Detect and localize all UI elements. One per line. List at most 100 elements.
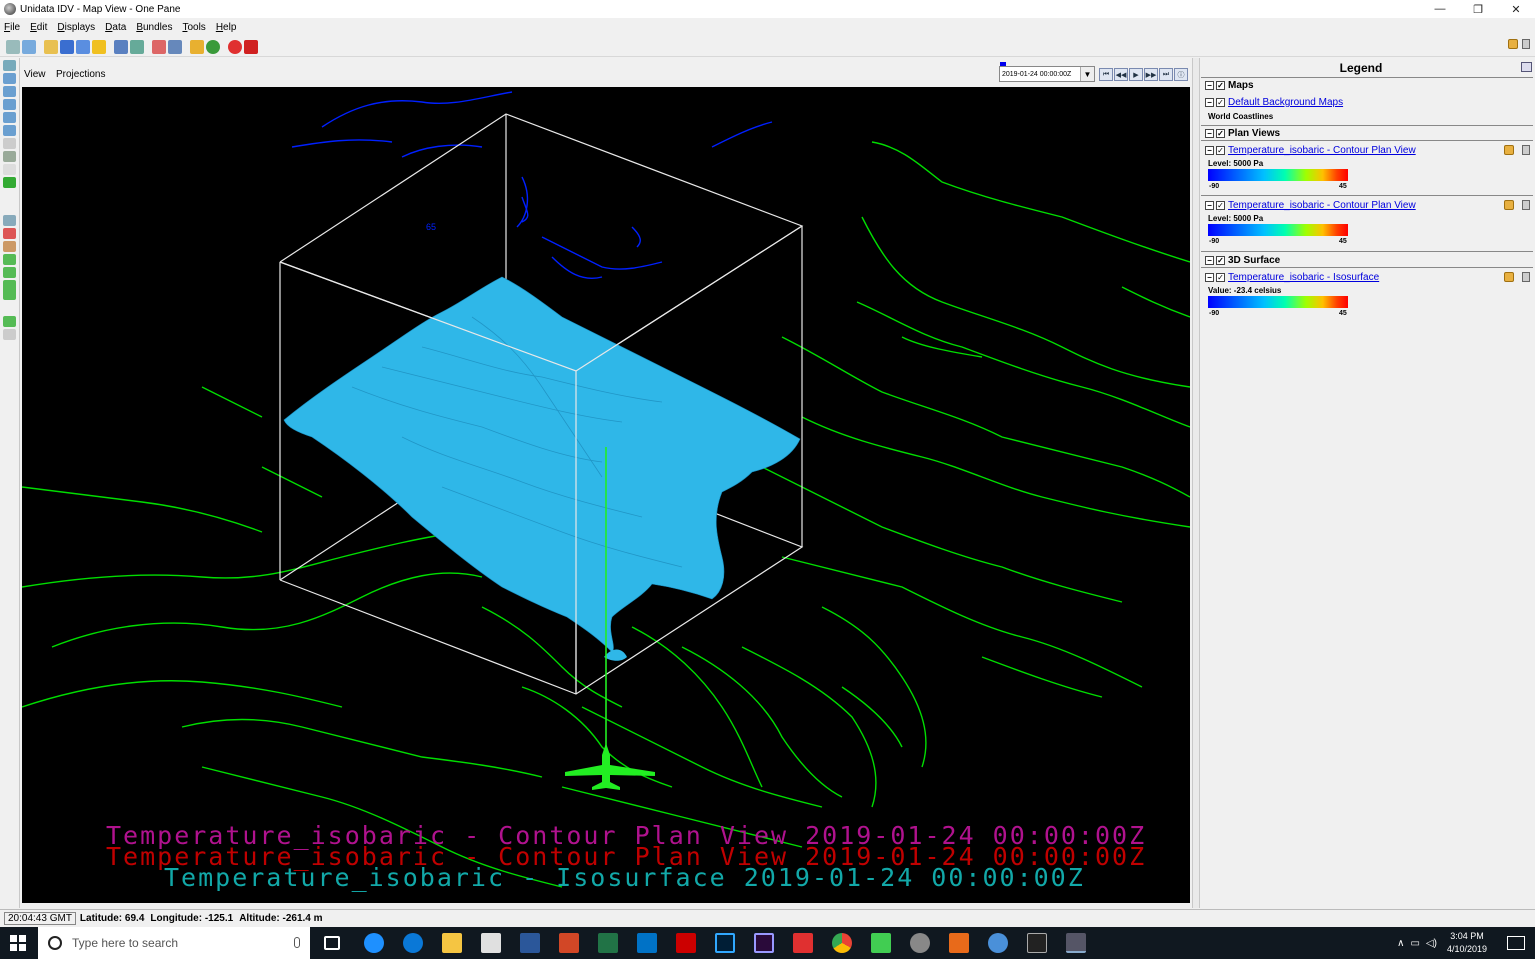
pan-right-icon[interactable] <box>3 267 16 278</box>
menu-edit[interactable]: Edit <box>30 22 47 33</box>
field-selector-icon[interactable] <box>114 39 128 54</box>
excel-icon[interactable] <box>598 933 618 953</box>
new-window-icon[interactable] <box>22 39 36 54</box>
category-checkbox[interactable]: ✓ <box>1216 81 1225 90</box>
open-folder-icon[interactable] <box>44 39 58 54</box>
outlook-icon[interactable] <box>637 933 657 953</box>
first-frame-button[interactable]: ⏮ <box>1099 68 1113 81</box>
notification-icon[interactable] <box>1507 936 1525 950</box>
step-back-button[interactable]: ◀◀ <box>1114 68 1128 81</box>
trash-icon[interactable] <box>1522 145 1530 155</box>
tab-projections[interactable]: Projections <box>56 69 105 80</box>
view-west-icon[interactable] <box>3 138 16 149</box>
premiere-icon[interactable] <box>754 933 774 953</box>
trash-icon[interactable] <box>1522 272 1530 282</box>
visibility-checkbox[interactable]: ✓ <box>1216 273 1225 282</box>
chevron-up-icon[interactable]: ∧ <box>1397 938 1404 949</box>
ie-icon[interactable] <box>364 933 384 953</box>
green-app-icon[interactable] <box>871 933 891 953</box>
category-checkbox[interactable]: ✓ <box>1216 256 1225 265</box>
legend-category-3d-surface[interactable]: − ✓ 3D Surface <box>1205 255 1280 266</box>
home-icon[interactable] <box>3 241 16 252</box>
menu-file[interactable]: File <box>4 22 20 33</box>
float-legend-icon[interactable] <box>1521 62 1532 72</box>
animation-info-button[interactable]: ⓘ <box>1174 68 1188 81</box>
minimize-button[interactable]: — <box>1421 0 1459 18</box>
perspective-icon[interactable] <box>3 164 16 175</box>
taskbar-search-box[interactable]: Type here to search <box>38 927 310 959</box>
lock-icon[interactable] <box>1504 145 1514 155</box>
publish-icon[interactable] <box>130 39 144 54</box>
edge-icon[interactable] <box>403 933 423 953</box>
powerpoint-icon[interactable] <box>559 933 579 953</box>
menu-displays[interactable]: Displays <box>57 22 95 33</box>
view-south-icon[interactable] <box>3 112 16 123</box>
tools-icon[interactable] <box>168 39 182 54</box>
display-link[interactable]: Default Background Maps <box>1228 97 1343 108</box>
collapse-icon[interactable]: − <box>1205 273 1214 282</box>
collapse-icon[interactable]: − <box>1205 146 1214 155</box>
color-bar[interactable] <box>1208 169 1348 181</box>
undo-icon[interactable] <box>3 316 16 327</box>
task-view-icon[interactable] <box>324 936 340 950</box>
pan-left-icon[interactable] <box>3 254 16 265</box>
pencil-icon[interactable] <box>190 39 204 54</box>
menu-bundles[interactable]: Bundles <box>136 22 172 33</box>
reset-icon[interactable] <box>3 177 16 188</box>
map-canvas[interactable]: 65 Temperature_isobaric - Contour Plan V… <box>22 87 1190 903</box>
photoshop-icon[interactable] <box>715 933 735 953</box>
visibility-checkbox[interactable]: ✓ <box>1216 201 1225 210</box>
stop-icon[interactable] <box>228 39 242 54</box>
collapse-icon[interactable]: − <box>1205 129 1214 138</box>
display-link[interactable]: Temperature_isobaric - Contour Plan View <box>1228 200 1416 211</box>
redo-icon[interactable] <box>3 329 16 340</box>
color-bar[interactable] <box>1208 224 1348 236</box>
collapse-icon[interactable]: − <box>1205 201 1214 210</box>
collapse-icon[interactable]: − <box>1205 81 1214 90</box>
zoom-in-icon[interactable] <box>3 215 16 226</box>
favorites-star-icon[interactable] <box>92 39 106 54</box>
category-checkbox[interactable]: ✓ <box>1216 129 1225 138</box>
microphone-icon[interactable] <box>294 937 300 948</box>
view-north-icon[interactable] <box>3 99 16 110</box>
display-link[interactable]: Temperature_isobaric - Isosurface <box>1228 272 1379 283</box>
terminal-icon[interactable] <box>1027 933 1047 953</box>
aircraft-icon[interactable] <box>565 743 655 790</box>
collapse-icon[interactable]: − <box>1205 256 1214 265</box>
color-bar[interactable] <box>1208 296 1348 308</box>
lock-icon[interactable] <box>1504 200 1514 210</box>
view-top-icon[interactable] <box>3 73 16 84</box>
viewpoint-icon[interactable] <box>3 60 16 71</box>
step-forward-button[interactable]: ▶▶ <box>1144 68 1158 81</box>
earth-app-icon[interactable] <box>988 933 1008 953</box>
network-icon[interactable]: ▭ <box>1410 938 1419 949</box>
menu-tools[interactable]: Tools <box>182 22 205 33</box>
menu-data[interactable]: Data <box>105 22 126 33</box>
chrome-icon[interactable] <box>832 933 852 953</box>
file-explorer-icon[interactable] <box>442 933 462 953</box>
trash-icon[interactable] <box>1522 200 1530 210</box>
matlab-icon[interactable] <box>949 933 969 953</box>
idv-taskbar-icon[interactable] <box>1066 933 1086 953</box>
legend-category-maps[interactable]: − ✓ Maps <box>1205 80 1254 91</box>
zoom-out-icon[interactable] <box>3 228 16 239</box>
taskbar-clock[interactable]: 3:04 PM 4/10/2019 <box>1447 930 1487 956</box>
visibility-checkbox[interactable]: ✓ <box>1216 146 1225 155</box>
rotate-icon[interactable] <box>3 151 16 162</box>
display-link[interactable]: Temperature_isobaric - Contour Plan View <box>1228 145 1416 156</box>
volume-icon[interactable]: ◁) <box>1426 938 1437 949</box>
globe-icon[interactable] <box>206 39 220 54</box>
menu-help[interactable]: Help <box>216 22 237 33</box>
last-frame-button[interactable]: ⏭ <box>1159 68 1173 81</box>
view-east-icon[interactable] <box>3 125 16 136</box>
save-icon[interactable] <box>60 39 74 54</box>
legend-category-plan-views[interactable]: − ✓ Plan Views <box>1205 128 1280 139</box>
acrobat-icon[interactable] <box>676 933 696 953</box>
legend-splitter[interactable] <box>1192 58 1200 908</box>
red-app-icon[interactable] <box>793 933 813 953</box>
lock-icon[interactable] <box>1508 39 1518 49</box>
save-as-icon[interactable] <box>76 39 90 54</box>
eraser-icon[interactable] <box>152 39 166 54</box>
restore-button[interactable]: ❐ <box>1459 0 1497 18</box>
calculator-icon[interactable] <box>481 933 501 953</box>
